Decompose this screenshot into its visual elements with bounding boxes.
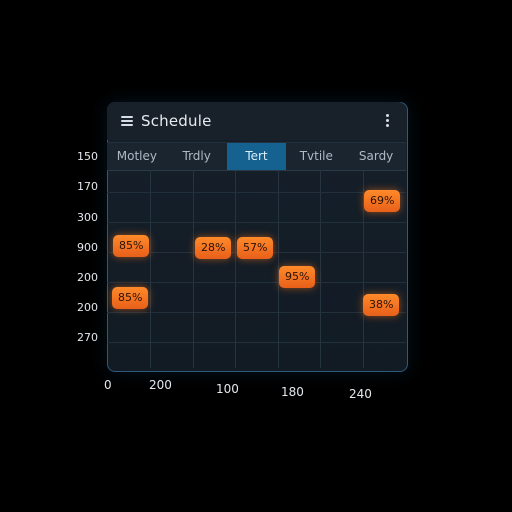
x-axis-label: 180 [281,385,304,399]
screen: 150 170 300 900 200 200 270 Schedule Mot… [0,0,512,512]
grid-line [107,192,406,193]
day-tabs: Motley Trdly Tert Tvtile Sardy [107,142,406,171]
x-axis-label: 240 [349,387,372,401]
schedule-panel: Schedule Motley Trdly Tert Tvtile Sardy [107,102,408,372]
tab-trdly[interactable]: Trdly [167,143,227,170]
grid-line [193,170,194,368]
grid-line [235,170,236,368]
page-title: Schedule [141,112,212,130]
y-axis-label: 170 [77,180,98,193]
event-chip[interactable]: 57% [237,237,274,259]
grid-line [320,170,321,368]
kebab-icon[interactable] [386,114,390,128]
event-chip[interactable]: 85% [112,287,149,309]
title-bar: Schedule [107,102,406,140]
event-chip[interactable]: 28% [195,237,232,259]
grid-line [107,222,406,223]
grid-line [107,282,406,283]
y-axis-label: 900 [77,241,98,254]
grid-line [107,342,406,343]
y-axis-label: 200 [77,271,98,284]
x-axis-label: 200 [149,378,172,392]
event-chip[interactable]: 85% [113,235,150,257]
hamburger-icon[interactable] [121,116,133,126]
x-axis-label: 100 [216,382,239,396]
grid-line [107,312,406,313]
event-chip[interactable]: 38% [363,294,400,316]
tab-sardy[interactable]: Sardy [346,143,406,170]
grid-line [150,170,151,368]
y-axis-label: 200 [77,301,98,314]
x-axis-label: 0 [104,378,112,392]
y-axis-label: 300 [77,211,98,224]
tab-motley[interactable]: Motley [107,143,167,170]
tab-tert[interactable]: Tert [226,143,287,170]
tab-tvtile[interactable]: Tvtile [286,143,346,170]
event-chip[interactable]: 69% [364,190,401,212]
schedule-grid [107,170,406,368]
y-axis-label: 270 [77,331,98,344]
y-axis-label: 150 [77,150,98,163]
event-chip[interactable]: 95% [279,266,316,288]
